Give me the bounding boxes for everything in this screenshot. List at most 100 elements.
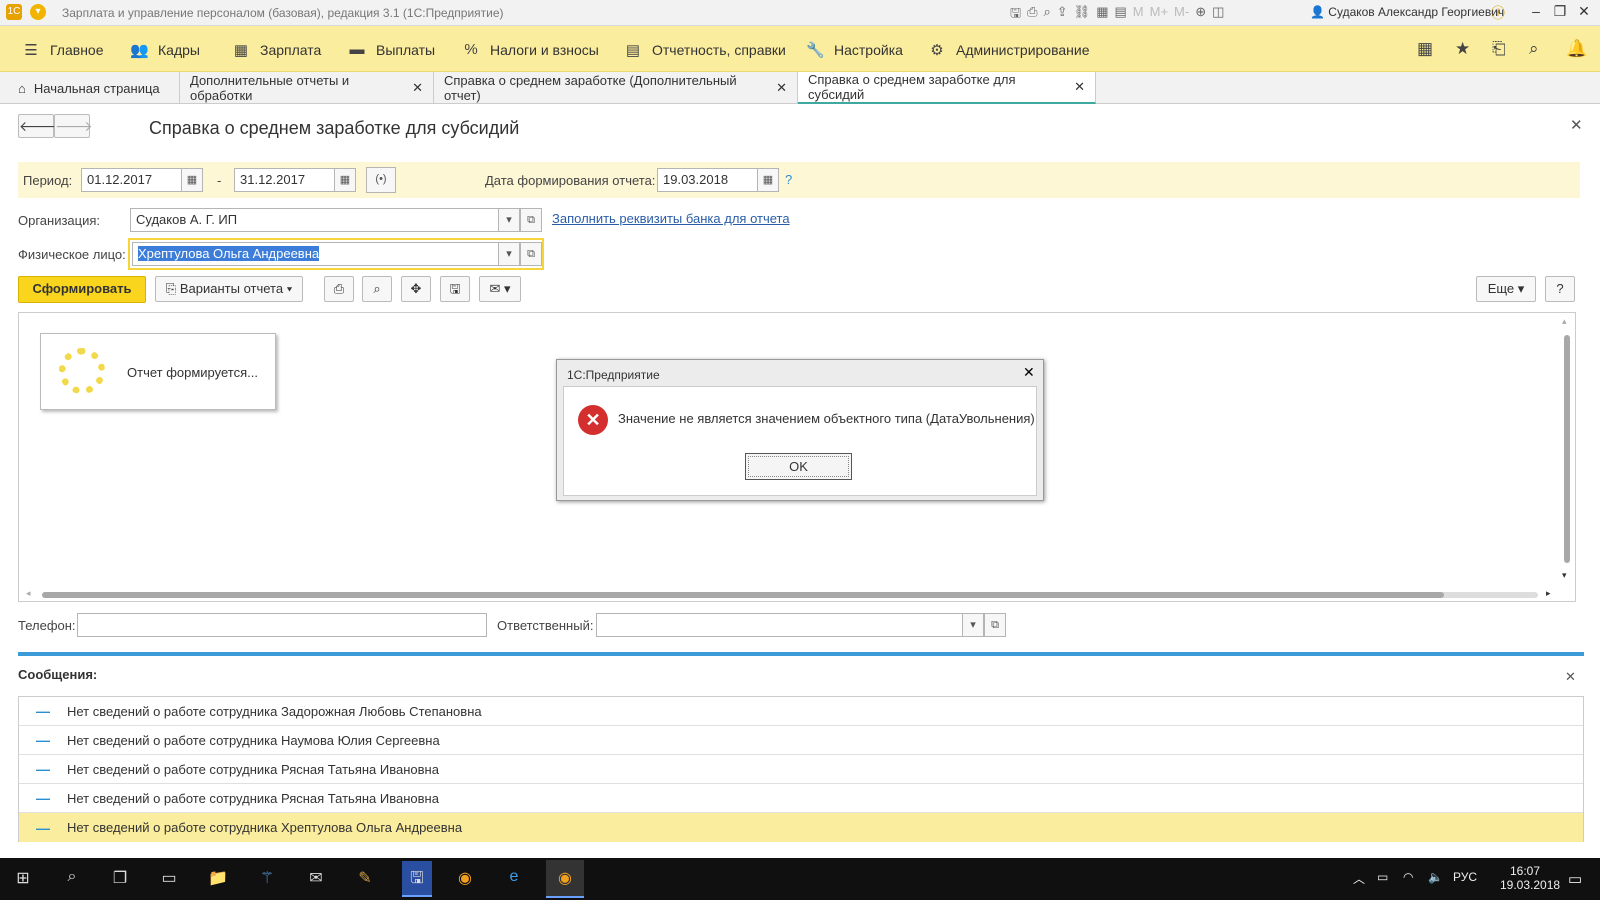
phone-field[interactable] [77, 613, 487, 637]
memory-mminus-icon[interactable]: M- [1174, 4, 1189, 26]
dropdown-icon[interactable]: ▾ [962, 613, 984, 637]
responsible-field[interactable] [596, 613, 964, 637]
volume-icon[interactable]: 🔈 [1428, 870, 1443, 884]
calendar-icon[interactable]: ▤ [1114, 4, 1126, 26]
email-button[interactable]: ✉ ▾ [479, 276, 521, 302]
upload-icon[interactable]: ⇪ [1057, 4, 1068, 26]
info-icon[interactable]: ⓘ [1488, 3, 1508, 23]
current-user[interactable]: 👤 Судаков Александр Георгиевич [1310, 5, 1504, 19]
close-tab-icon[interactable]: ✕ [1074, 79, 1085, 95]
terminal-icon[interactable]: ▭ [157, 868, 181, 890]
help-button[interactable]: ? [1545, 276, 1575, 302]
clock[interactable]: 16:07 19.03.2018 [1500, 864, 1560, 892]
onec-app-icon[interactable]: ◉ [453, 868, 477, 890]
period-select-button[interactable]: (•) [366, 167, 396, 193]
pen-icon[interactable]: ✎ [353, 868, 377, 890]
wifi-icon[interactable]: ◠ [1403, 870, 1413, 884]
dropdown-icon[interactable]: ▾ [498, 242, 520, 266]
calendar-icon[interactable]: ▦ [757, 168, 779, 192]
move-button[interactable]: ✥ [401, 276, 431, 302]
onec-active-app-icon[interactable]: ◉ [546, 860, 584, 898]
close-tab-icon[interactable]: ✕ [776, 80, 787, 96]
task-view-icon[interactable]: ❐ [108, 868, 132, 890]
main-menu-icon[interactable]: ▾ [30, 4, 46, 20]
person-field[interactable]: Хрептулова Ольга Андреевна [132, 242, 500, 266]
tab-home[interactable]: ⌂ Начальная страница [8, 72, 180, 104]
report-date-field[interactable]: 19.03.2018 [657, 168, 759, 192]
print-button[interactable]: ⎙ [324, 276, 354, 302]
calendar-icon[interactable]: ▦ [181, 168, 203, 192]
menu-settings[interactable]: 🔧 Настройка [806, 41, 903, 59]
file-explorer-icon[interactable]: 📁 [206, 868, 230, 890]
search-icon[interactable]: ⌕ [60, 868, 84, 890]
zoom-icon[interactable]: ⊕ [1195, 4, 1206, 26]
more-button[interactable]: Еще ▾ [1476, 276, 1536, 302]
vertical-scrollbar[interactable] [1564, 335, 1570, 563]
scroll-down-icon[interactable]: ▾ [1562, 570, 1567, 581]
generate-button[interactable]: Сформировать [18, 276, 146, 303]
apps-grid-icon[interactable]: ▦ [1417, 39, 1433, 59]
scroll-thumb[interactable] [42, 592, 1444, 598]
windows-start-icon[interactable]: ⊞ [11, 868, 35, 890]
table-icon[interactable]: ▦ [1096, 4, 1108, 26]
period-to-field[interactable]: 31.12.2017 [234, 168, 336, 192]
save-button[interactable]: 🖫 [440, 276, 470, 302]
app-store-icon[interactable]: ⚚ [255, 868, 279, 890]
menu-admin[interactable]: ⚙ Администрирование [928, 41, 1089, 59]
edge-browser-icon[interactable]: e [502, 868, 526, 890]
fill-bank-details-link[interactable]: Заполнить реквизиты банка для отчета [552, 211, 790, 226]
forward-button[interactable]: 🡒 [54, 114, 93, 138]
menu-reports[interactable]: ▤ Отчетность, справки [624, 41, 786, 59]
minimize-button[interactable]: – [1526, 3, 1546, 19]
tray-chevron-icon[interactable]: ︿ [1353, 870, 1365, 887]
memory-mplus-icon[interactable]: M+ [1150, 4, 1168, 26]
open-icon[interactable]: ⧉ [520, 208, 542, 232]
open-icon[interactable]: ⧉ [984, 613, 1006, 637]
history-icon[interactable]: ⎗ [1492, 39, 1506, 59]
print-icon[interactable]: ⎙ [1027, 4, 1037, 26]
close-window-button[interactable]: ✕ [1574, 3, 1594, 20]
tab-avg-earnings-subsidies[interactable]: Справка о среднем заработке для субсидий… [798, 72, 1096, 104]
menu-salary[interactable]: ▦ Зарплата [232, 41, 321, 59]
restore-button[interactable]: ❐ [1550, 3, 1570, 20]
message-item[interactable]: — Нет сведений о работе сотрудника Наумов… [19, 726, 1583, 755]
save-icon[interactable]: 🖫 [1010, 4, 1021, 26]
horizontal-scrollbar[interactable] [42, 592, 1538, 598]
preview-icon[interactable]: ⌕ [1043, 4, 1050, 26]
dialog-close-icon[interactable]: ✕ [1023, 364, 1035, 381]
org-field[interactable]: Судаков А. Г. ИП [130, 208, 500, 232]
notifications-bell-icon[interactable]: 🔔 [1566, 39, 1587, 59]
search-icon[interactable]: ⌕ [1529, 39, 1539, 59]
message-item[interactable]: — Нет сведений о работе сотрудника Рясная… [19, 784, 1583, 813]
mail-icon[interactable]: ✉ [304, 868, 328, 890]
language-indicator[interactable]: РУС [1453, 870, 1477, 884]
menu-taxes[interactable]: % Налоги и взносы [462, 41, 599, 58]
help-link[interactable]: ? [785, 172, 792, 187]
ok-button[interactable]: OK [745, 453, 852, 480]
report-variants-button[interactable]: ⎘ Варианты отчета ▾ [155, 276, 303, 302]
floppy-app-icon[interactable]: 🖫 [402, 861, 432, 897]
panel-icon[interactable]: ◫ [1212, 4, 1224, 26]
message-item-selected[interactable]: — Нет сведений о работе сотрудника Хрепту… [19, 813, 1583, 842]
memory-m-icon[interactable]: M [1133, 4, 1144, 26]
tab-avg-earnings-additional[interactable]: Справка о среднем заработке (Дополнитель… [434, 72, 798, 104]
close-messages-icon[interactable]: ✕ [1565, 669, 1576, 685]
battery-icon[interactable]: ▭ [1377, 870, 1388, 884]
favorites-star-icon[interactable]: ★ [1455, 39, 1470, 59]
open-icon[interactable]: ⧉ [520, 242, 542, 266]
close-tab-icon[interactable]: ✕ [412, 80, 423, 96]
message-item[interactable]: — Нет сведений о работе сотрудника Задоро… [19, 697, 1583, 726]
menu-main[interactable]: ☰ Главное [22, 41, 103, 59]
period-from-field[interactable]: 01.12.2017 [81, 168, 183, 192]
scroll-left-icon[interactable]: ◂ [26, 588, 31, 599]
notification-center-icon[interactable]: ▭ [1568, 870, 1582, 888]
link-icon[interactable]: ⛓ [1074, 4, 1091, 26]
message-item[interactable]: — Нет сведений о работе сотрудника Рясная… [19, 755, 1583, 784]
preview-button[interactable]: ⌕ [362, 276, 392, 302]
menu-payments[interactable]: ▬ Выплаты [348, 41, 436, 58]
calendar-icon[interactable]: ▦ [334, 168, 356, 192]
dropdown-icon[interactable]: ▾ [498, 208, 520, 232]
scroll-up-icon[interactable]: ▴ [1562, 316, 1567, 327]
close-form-icon[interactable]: ✕ [1570, 116, 1583, 134]
tab-additional-reports[interactable]: Дополнительные отчеты и обработки ✕ [180, 72, 434, 104]
